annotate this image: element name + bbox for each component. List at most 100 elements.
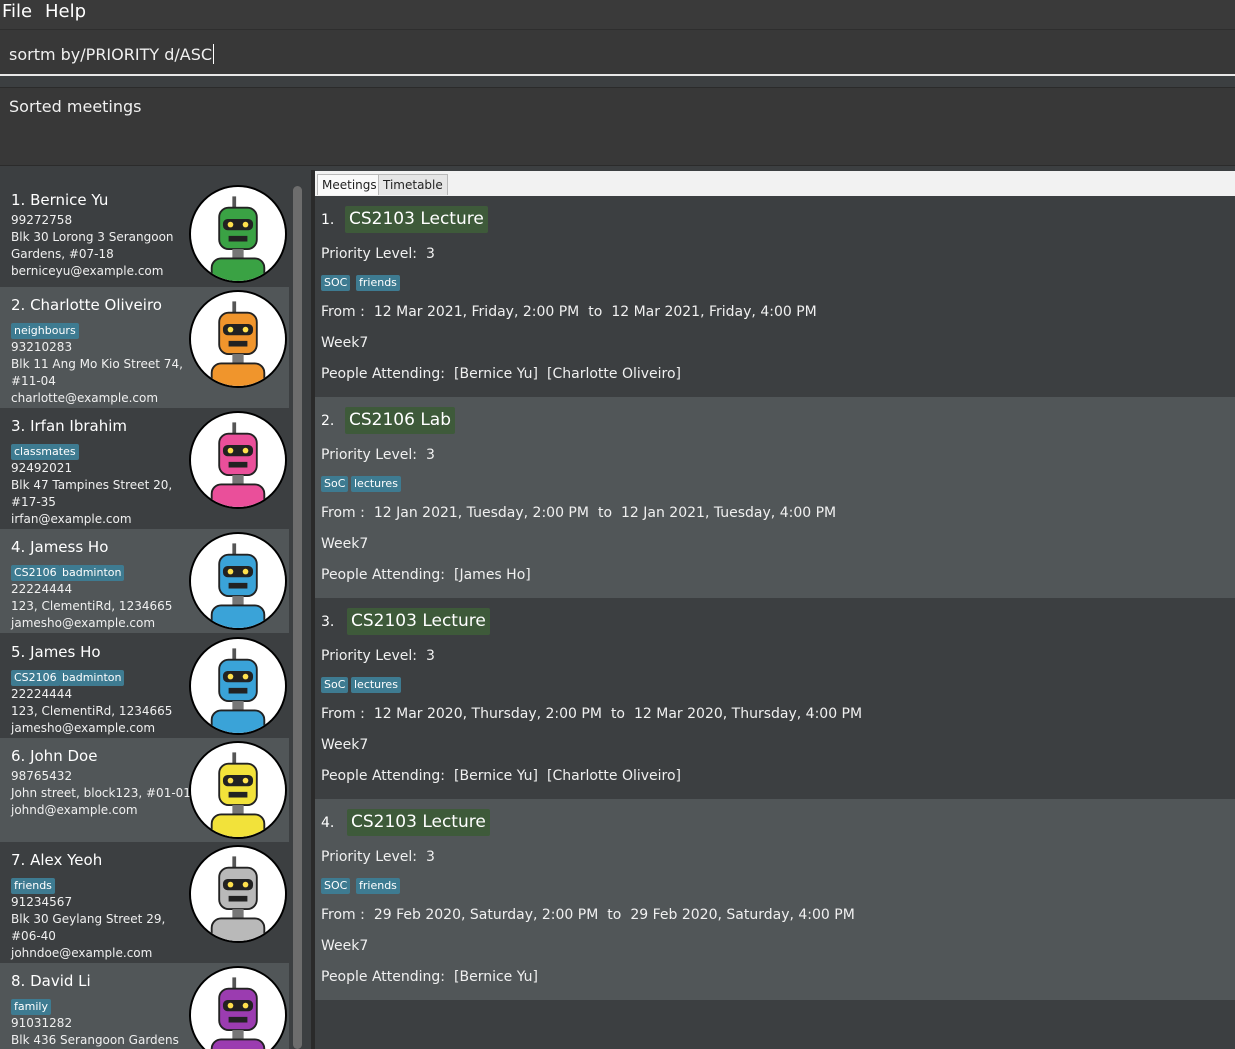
attendee: [James Ho] <box>454 567 531 583</box>
meeting-list[interactable]: 1. CS2103 Lecture Priority Level: 3 SOC frien… <box>315 196 1235 1049</box>
attendee: [Charlotte Oliveiro] <box>547 366 682 382</box>
tab-timetable[interactable]: Timetable <box>378 174 448 195</box>
tag-soc: SoC <box>321 476 349 492</box>
person-email: irfan@example.com <box>11 512 132 526</box>
meeting-attendees: People Attending: [Bernice Yu] [Charlotte … <box>321 768 681 784</box>
text-caret <box>213 44 215 64</box>
from-label: From : <box>321 706 365 722</box>
from-datetime: 12 Jan 2021, Tuesday, 2:00 PM <box>373 505 589 521</box>
person-card[interactable]: 8. David Li family 91031282 Blk 436 Serango… <box>0 963 289 1049</box>
people-attending-label: People Attending: <box>321 969 446 985</box>
priority-label: Priority Level: <box>321 849 417 865</box>
person-address: #17-35 <box>11 495 56 509</box>
person-card[interactable]: 7. Alex Yeoh friends 91234567 Blk 30 Geylan… <box>0 842 289 963</box>
from-datetime: 12 Mar 2021, Friday, 2:00 PM <box>373 304 580 320</box>
priority-value: 3 <box>425 648 435 664</box>
pink-robot-avatar <box>189 411 287 509</box>
people-attending-label: People Attending: <box>321 366 446 382</box>
person-phone: 22224444 <box>11 687 73 701</box>
meeting-index: 1. <box>321 212 335 228</box>
person-card[interactable]: 5. James Ho CS2106 badminton 22224444 123, C… <box>0 634 289 738</box>
person-card[interactable]: 3. Irfan Ibrahim classmates 92492021 Blk 47… <box>0 408 289 529</box>
from-label: From : <box>321 505 365 521</box>
tag-lectures: lectures <box>351 476 401 492</box>
tag-family: family <box>11 999 51 1015</box>
person-address: #11-04 <box>11 374 56 388</box>
tag-lectures: lectures <box>351 677 401 693</box>
tag-soc: SOC <box>321 878 351 894</box>
command-input[interactable]: sortm by/PRIORITY d/ASC <box>9 44 215 64</box>
person-card[interactable]: 6. John Doe 98765432 John street, block123… <box>0 738 289 842</box>
meeting-title: CS2106 Lab <box>345 407 456 434</box>
tab-bar: Meetings Timetable <box>315 171 1235 197</box>
person-email: charlotte@example.com <box>11 391 159 405</box>
meeting-priority: Priority Level: 3 <box>321 648 435 664</box>
attendee: [Bernice Yu] <box>454 366 539 382</box>
meeting-card[interactable]: 3. CS2103 Lecture Priority Level: 3 SoC lectu… <box>315 598 1235 799</box>
tag-badminton: badminton <box>59 670 125 686</box>
priority-value: 3 <box>425 849 435 865</box>
person-address: Blk 30 Lorong 3 Serangoon <box>11 230 174 244</box>
person-phone: 98765432 <box>11 769 73 783</box>
to-datetime: 29 Feb 2020, Saturday, 4:00 PM <box>630 907 855 923</box>
person-name: 1. Bernice Yu <box>11 191 109 209</box>
meeting-attendees: People Attending: [James Ho] <box>321 567 531 583</box>
menu-file[interactable]: File <box>2 1 32 22</box>
person-address: Blk 436 Serangoon Gardens <box>11 1033 179 1047</box>
meeting-card[interactable]: 4. CS2103 Lecture Priority Level: 3 SOC frien… <box>315 799 1235 1000</box>
person-email: jamesho@example.com <box>11 721 156 735</box>
to-label: to <box>607 907 622 923</box>
result-message: Sorted meetings <box>9 97 142 116</box>
person-list-scrollbar-thumb[interactable] <box>293 186 302 1049</box>
to-datetime: 12 Jan 2021, Tuesday, 4:00 PM <box>621 505 837 521</box>
to-label: to <box>588 304 603 320</box>
to-label: to <box>610 706 625 722</box>
person-phone: 99272758 <box>11 213 73 227</box>
person-address: Blk 47 Tampines Street 20, <box>11 478 173 492</box>
green-robot-avatar <box>189 185 287 283</box>
meeting-priority: Priority Level: 3 <box>321 447 435 463</box>
person-card[interactable]: 2. Charlotte Oliveiro neighbours 93210283 B… <box>0 287 289 408</box>
purple-robot-avatar <box>189 966 287 1049</box>
menu-help[interactable]: Help <box>45 1 86 22</box>
command-box[interactable]: sortm by/PRIORITY d/ASC <box>0 30 1235 76</box>
person-phone: 92492021 <box>11 461 73 475</box>
person-email: jamesho@example.com <box>11 616 156 630</box>
person-name: 4. Jamess Ho <box>11 538 109 556</box>
person-name: 5. James Ho <box>11 643 101 661</box>
person-address: Blk 30 Geylang Street 29, <box>11 912 166 926</box>
attendee: [Charlotte Oliveiro] <box>547 768 682 784</box>
command-input-value: sortm by/PRIORITY d/ASC <box>9 45 213 64</box>
person-name: 8. David Li <box>11 972 91 990</box>
tag-friends: friends <box>356 878 400 894</box>
person-email: johnd@example.com <box>11 803 138 817</box>
person-name: 6. John Doe <box>11 747 98 765</box>
meeting-week: Week7 <box>321 335 369 351</box>
person-list[interactable]: 1. Bernice Yu 99272758 Blk 30 Lorong 3 Ser… <box>0 182 289 1049</box>
tab-meetings[interactable]: Meetings <box>317 174 382 195</box>
person-card[interactable]: 1. Bernice Yu 99272758 Blk 30 Lorong 3 Ser… <box>0 182 289 286</box>
people-attending-label: People Attending: <box>321 567 446 583</box>
people-attending-label: People Attending: <box>321 768 446 784</box>
meeting-time-range: From : 29 Feb 2020, Saturday, 2:00 PM to 29… <box>321 907 855 923</box>
person-address: John street, block123, #01-01 <box>11 786 191 800</box>
meeting-card[interactable]: 2. CS2106 Lab Priority Level: 3 SoC lectures F… <box>315 397 1235 598</box>
tag-neighbours: neighbours <box>11 323 79 339</box>
person-address: Gardens, #07-18 <box>11 247 114 261</box>
meeting-card[interactable]: 1. CS2103 Lecture Priority Level: 3 SOC frien… <box>315 196 1235 397</box>
tag-cs2106: CS2106 <box>11 565 60 581</box>
from-datetime: 29 Feb 2020, Saturday, 2:00 PM <box>373 907 599 923</box>
tag-soc: SoC <box>321 677 349 693</box>
meeting-time-range: From : 12 Mar 2020, Thursday, 2:00 PM to 12… <box>321 706 862 722</box>
person-phone: 22224444 <box>11 582 73 596</box>
person-name: 2. Charlotte Oliveiro <box>11 296 162 314</box>
meeting-index: 3. <box>321 614 335 630</box>
person-card[interactable]: 4. Jamess Ho CS2106 badminton 22224444 123, … <box>0 529 289 633</box>
to-datetime: 12 Mar 2021, Friday, 4:00 PM <box>611 304 817 320</box>
to-label: to <box>597 505 613 521</box>
person-email: johndoe@example.com <box>11 946 153 960</box>
meeting-index: 4. <box>321 815 335 831</box>
attendee: [Bernice Yu] <box>454 768 539 784</box>
person-address: #06-40 <box>11 929 56 943</box>
meeting-title: CS2103 Lecture <box>345 206 488 233</box>
